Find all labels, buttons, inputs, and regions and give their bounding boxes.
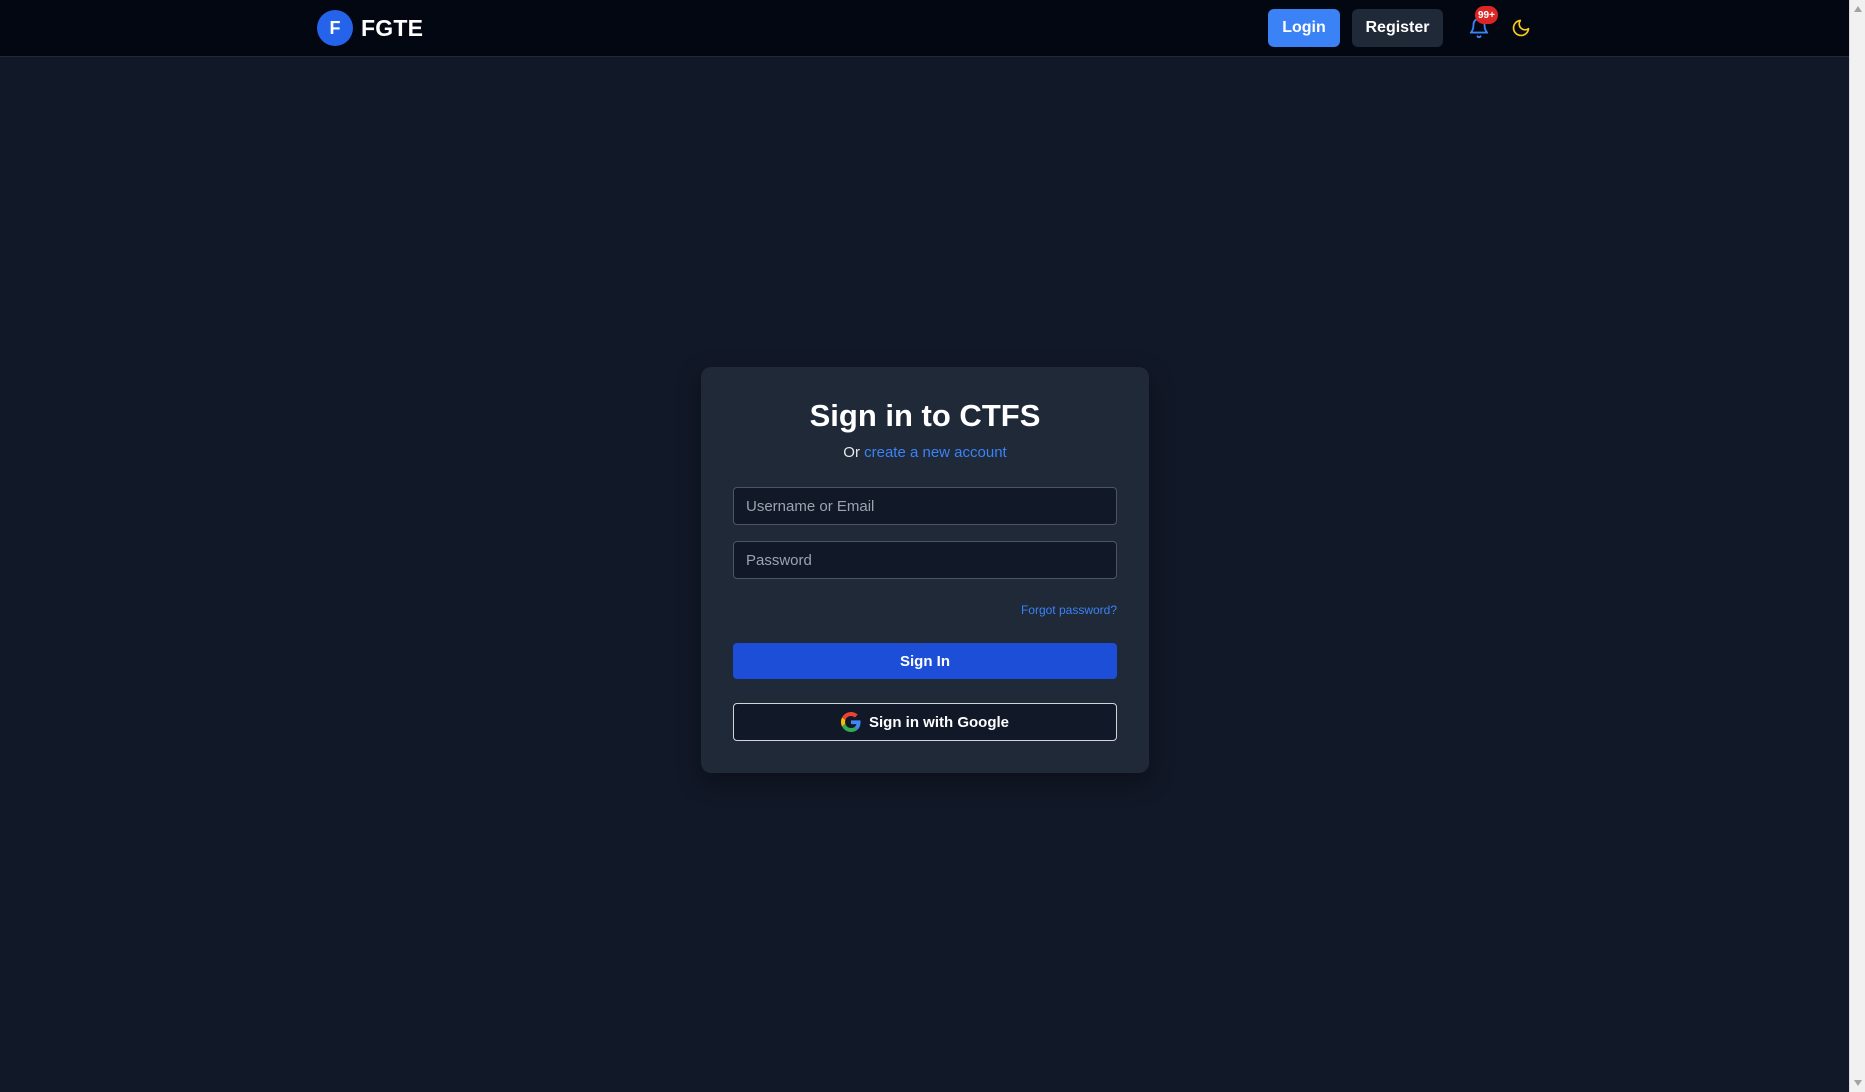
page-title: Sign in to CTFS — [809, 398, 1041, 433]
forgot-password-link[interactable]: Forgot password? — [1021, 603, 1117, 617]
login-button[interactable]: Login — [1268, 9, 1340, 47]
google-icon — [841, 712, 861, 732]
notifications-button[interactable]: 99+ — [1465, 6, 1498, 42]
brand-logo[interactable]: F — [317, 10, 353, 46]
nav-actions: Login Register 99+ — [1268, 6, 1533, 47]
create-account-link[interactable]: create a new account — [864, 444, 1007, 461]
scroll-down-arrow[interactable] — [1854, 1080, 1862, 1086]
subtitle-prefix: Or — [843, 444, 860, 461]
brand-name[interactable]: FGTE — [361, 15, 423, 42]
vertical-scrollbar[interactable] — [1849, 0, 1865, 1092]
subtitle: Or create a new account — [701, 444, 1149, 461]
google-sign-in-label: Sign in with Google — [869, 713, 1009, 731]
page: F FGTE Login Register 99+ Sign in to CTF… — [0, 0, 1865, 1092]
scroll-up-arrow[interactable] — [1854, 6, 1862, 12]
moon-icon — [1512, 19, 1530, 37]
theme-toggle-button[interactable] — [1509, 16, 1533, 40]
register-button[interactable]: Register — [1352, 9, 1443, 47]
login-card: Sign in to CTFS Or create a new account … — [701, 367, 1149, 773]
notification-badge: 99+ — [1475, 6, 1498, 24]
brand[interactable]: F FGTE — [317, 10, 423, 46]
google-sign-in-button[interactable]: Sign in with Google — [733, 703, 1117, 741]
top-navbar: F FGTE Login Register 99+ — [0, 0, 1849, 57]
password-input[interactable] — [733, 541, 1117, 579]
username-input[interactable] — [733, 487, 1117, 525]
sign-in-button[interactable]: Sign In — [733, 643, 1117, 679]
